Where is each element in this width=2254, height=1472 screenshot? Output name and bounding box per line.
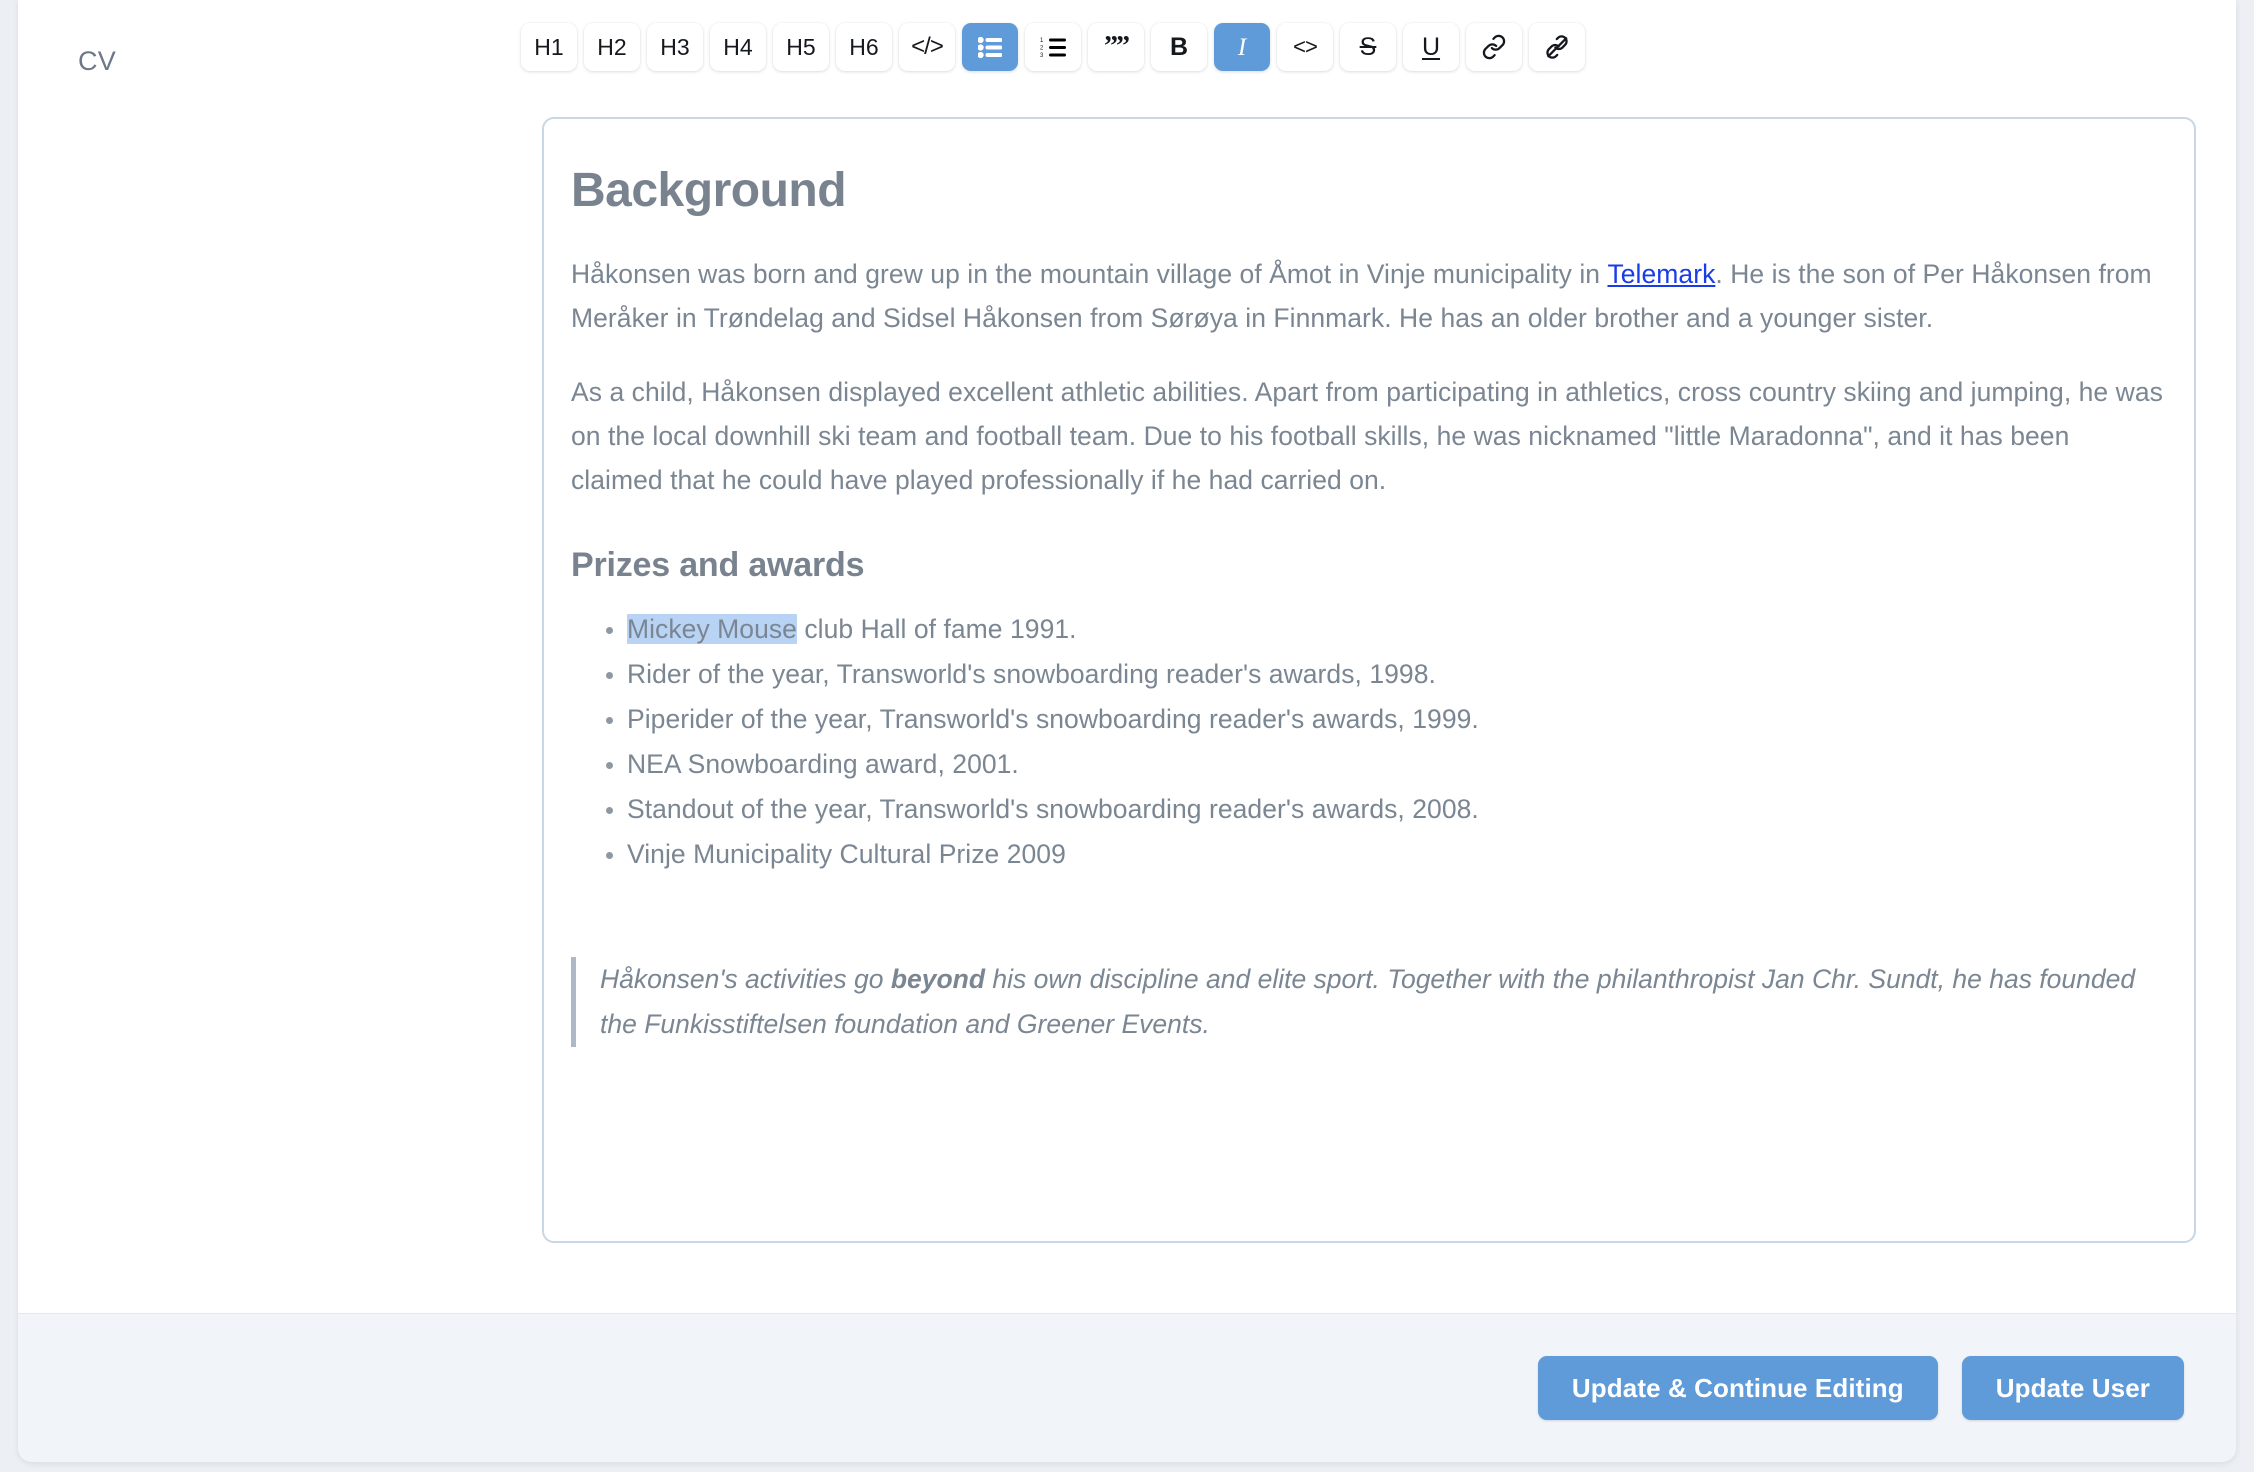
svg-text:1: 1	[1040, 38, 1044, 44]
toolbar-button-unlink-icon[interactable]	[1529, 23, 1585, 71]
toolbar-button-numbered-list-icon[interactable]: 12 3	[1025, 23, 1081, 71]
toolbar-label-italic: I	[1237, 33, 1247, 61]
toolbar-button-italic[interactable]: I	[1214, 23, 1270, 71]
field-label-cv: CV	[78, 46, 116, 76]
editor-page-shell: CV H1 H2 H3 H4 H5 H6 </> 1 2 3 ”” B I <> S U Background…	[18, 0, 2236, 1462]
document-heading: Background	[571, 164, 847, 217]
update-user-button[interactable]: Update User	[1961, 1356, 2184, 1420]
toolbar-label-heading-5: H5	[786, 33, 816, 60]
toolbar-button-blockquote-icon[interactable]: ””	[1088, 23, 1144, 71]
toolbar-button-heading-3[interactable]: H3	[647, 23, 703, 71]
award-list-item-text: NEA Snowboarding award, 2001.	[627, 748, 1019, 779]
toolbar-label-heading-3: H3	[660, 33, 690, 60]
toolbar-button-heading-1[interactable]: H1	[521, 23, 577, 71]
award-list-item: NEA Snowboarding award, 2001.	[627, 742, 2167, 787]
numbered-list-icon: 12 3	[1040, 37, 1066, 58]
toolbar-label-blockquote-icon: ””	[1104, 31, 1130, 62]
update-and-continue-editing-button[interactable]: Update & Continue Editing	[1537, 1356, 1938, 1420]
toolbar-button-bold[interactable]: B	[1151, 23, 1207, 71]
unlink-icon	[1544, 34, 1570, 60]
document-subheading-prizes: Prizes and awards	[571, 545, 865, 584]
footer-action-bar: Update & Continue Editing Update User	[18, 1313, 2236, 1462]
paragraph-text-before-link: Håkonsen was born and grew up in the mou…	[571, 258, 1608, 289]
toolbar-label-code-block-icon: </>	[911, 33, 944, 60]
toolbar-button-underline[interactable]: U	[1403, 23, 1459, 71]
award-list-item: Rider of the year, Transworld's snowboar…	[627, 652, 2167, 697]
link-icon	[1481, 34, 1507, 60]
editor-region: CV H1 H2 H3 H4 H5 H6 </> 1 2 3 ”” B I <> S U Background…	[18, 0, 2236, 1313]
bulleted-list-icon	[978, 36, 1002, 58]
toolbar-button-link-icon[interactable]	[1466, 23, 1522, 71]
toolbar-label-underline: U	[1421, 32, 1441, 61]
toolbar-label-strikethrough: S	[1359, 32, 1377, 61]
toolbar-button-bulleted-list-icon[interactable]	[962, 23, 1018, 71]
toolbar-button-heading-4[interactable]: H4	[710, 23, 766, 71]
toolbar-label-heading-1: H1	[534, 33, 564, 60]
paragraph-biography: Håkonsen was born and grew up in the mou…	[571, 252, 2167, 340]
award-list-item-text: Vinje Municipality Cultural Prize 2009	[627, 838, 1066, 869]
rich-text-editor-card[interactable]: Background Håkonsen was born and grew up…	[542, 117, 2196, 1243]
award-list-item: Mickey Mouse club Hall of fame 1991.	[627, 607, 2167, 652]
blockquote-activities: Håkonsen's activities go beyond his own …	[571, 956, 2167, 1047]
toolbar-button-strikethrough[interactable]: S	[1340, 23, 1396, 71]
toolbar-label-heading-4: H4	[723, 33, 753, 60]
toolbar-label-heading-6: H6	[849, 33, 879, 60]
toolbar-button-heading-2[interactable]: H2	[584, 23, 640, 71]
blockquote-bold-word: beyond	[890, 963, 986, 994]
toolbar-button-heading-6[interactable]: H6	[836, 23, 892, 71]
toolbar-button-inline-code-icon[interactable]: <>	[1277, 23, 1333, 71]
selected-text-highlight: Mickey Mouse	[627, 613, 797, 644]
award-list-item-text: Standout of the year, Transworld's snowb…	[627, 793, 1479, 824]
telemark-link[interactable]: Telemark	[1607, 259, 1715, 289]
award-list-item: Standout of the year, Transworld's snowb…	[627, 787, 2167, 832]
award-list-item: Vinje Municipality Cultural Prize 2009	[627, 832, 2167, 877]
toolbar-label-inline-code-icon: <>	[1293, 34, 1318, 59]
svg-text:2: 2	[1040, 45, 1044, 51]
award-list-item: Piperider of the year, Transworld's snow…	[627, 697, 2167, 742]
toolbar-button-code-block-icon[interactable]: </>	[899, 23, 955, 71]
toolbar-label-bold: B	[1169, 32, 1189, 61]
awards-list: Mickey Mouse club Hall of fame 1991. Ride…	[579, 607, 2167, 877]
award-list-item-text: club Hall of fame 1991.	[796, 613, 1077, 644]
formatting-toolbar: H1 H2 H3 H4 H5 H6 </> 1 2 3 ”” B I <> S U	[521, 23, 1585, 71]
paragraph-childhood: As a child, Håkonsen displayed excellent…	[571, 376, 2163, 495]
document-content[interactable]: Background Håkonsen was born and grew up…	[571, 164, 2167, 1047]
toolbar-label-heading-2: H2	[597, 33, 627, 60]
svg-text:3: 3	[1040, 53, 1044, 58]
blockquote-text-part-1: Håkonsen's activities go	[600, 963, 891, 994]
award-list-item-text: Rider of the year, Transworld's snowboar…	[627, 658, 1436, 689]
toolbar-button-heading-5[interactable]: H5	[773, 23, 829, 71]
award-list-item-text: Piperider of the year, Transworld's snow…	[627, 703, 1479, 734]
